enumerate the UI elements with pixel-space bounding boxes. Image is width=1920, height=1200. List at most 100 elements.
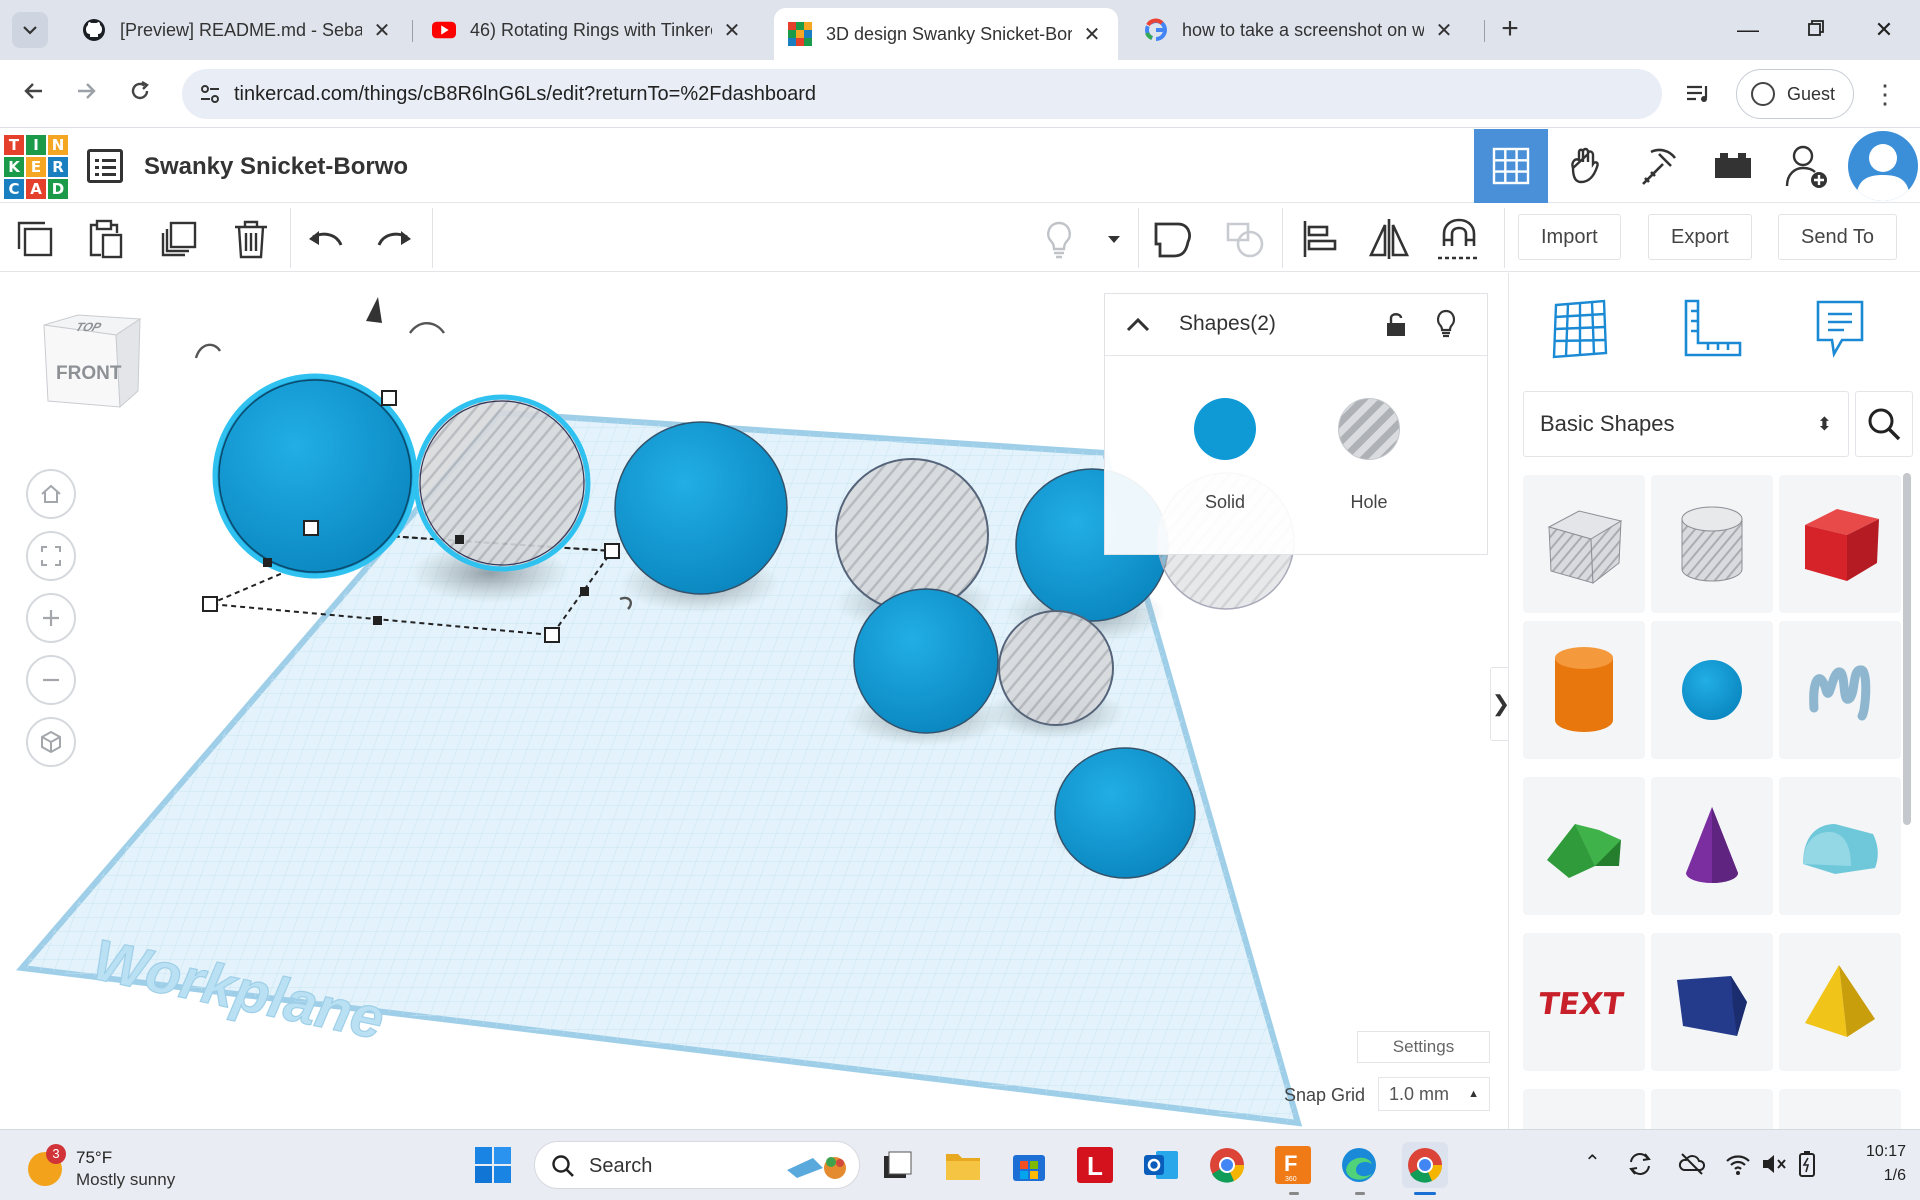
start-button[interactable] [470, 1142, 516, 1188]
shape-sphere[interactable] [1651, 621, 1773, 759]
shape-cone[interactable] [1651, 777, 1773, 915]
design-list-icon[interactable] [87, 149, 123, 183]
browser-menu-button[interactable]: ⋮ [1870, 74, 1900, 114]
view-cube[interactable]: TOP FRONT [36, 311, 146, 411]
back-button[interactable] [14, 74, 54, 114]
copy-button[interactable] [12, 216, 58, 262]
delete-button[interactable] [228, 216, 274, 262]
tray-overflow-icon[interactable]: ⌃ [1584, 1150, 1601, 1175]
browser-tab-tinkercad[interactable]: 3D design Swanky Snicket-Borw ✕ [774, 8, 1118, 60]
fusion360-button[interactable]: F 360 [1270, 1142, 1316, 1188]
shape-search-button[interactable] [1855, 391, 1913, 457]
unlock-icon[interactable] [1383, 310, 1409, 338]
align-button[interactable] [1296, 216, 1342, 262]
invite-button[interactable] [1770, 129, 1844, 203]
hole-label[interactable]: Hole [1319, 492, 1419, 513]
duplicate-button[interactable] [156, 216, 202, 262]
shape-cylinder-hole[interactable] [1651, 475, 1773, 613]
ruler-tool-button[interactable] [1677, 293, 1747, 365]
file-explorer-button[interactable] [940, 1142, 986, 1188]
hole-swatch[interactable] [1338, 398, 1400, 460]
browser-tab-readme[interactable]: [Preview] README.md - Sebasti ✕ [68, 8, 408, 52]
browser-tab-youtube[interactable]: 46) Rotating Rings with Tinkerc ✕ [418, 8, 758, 52]
zoom-out-button[interactable] [26, 655, 76, 705]
fit-view-button[interactable] [26, 531, 76, 581]
import-button[interactable]: Import [1518, 214, 1621, 260]
tab-search-button[interactable] [12, 12, 48, 48]
sync-icon[interactable] [1626, 1150, 1654, 1178]
close-window-button[interactable]: ✕ [1854, 10, 1914, 50]
shape-category-select[interactable]: Basic Shapes ⬍ [1523, 391, 1849, 457]
shape-text[interactable]: TEXT [1523, 933, 1645, 1071]
tinkercad-logo[interactable]: TINKERCAD [3, 134, 69, 200]
library-collapse-button[interactable]: ❯ [1490, 667, 1508, 741]
shape-pyramid[interactable] [1779, 933, 1901, 1071]
restore-button[interactable] [1786, 10, 1846, 50]
mirror-button[interactable] [1366, 216, 1412, 262]
3d-workspace[interactable]: Workplane TOP FRONT Shapes(2) Solid Hole… [0, 273, 1508, 1129]
ungroup-button[interactable] [1222, 216, 1268, 262]
shape-cylinder[interactable] [1523, 621, 1645, 759]
shape-round-roof[interactable] [1779, 777, 1901, 915]
speaker-muted-icon[interactable] [1760, 1150, 1788, 1178]
l-app-button[interactable]: L [1072, 1142, 1118, 1188]
new-tab-button[interactable]: + [1494, 12, 1526, 48]
reload-button[interactable] [120, 74, 160, 114]
notes-dropdown[interactable] [1092, 216, 1136, 262]
sim-lab-button[interactable] [1548, 129, 1622, 203]
media-control-icon[interactable] [1684, 80, 1712, 108]
forward-button[interactable] [66, 74, 106, 114]
library-scrollbar[interactable] [1903, 473, 1911, 825]
taskbar-search[interactable]: Search [534, 1141, 860, 1189]
design-title[interactable]: Swanky Snicket-Borwo [144, 153, 408, 181]
workplane-tool-button[interactable] [1545, 293, 1615, 365]
minimize-button[interactable]: — [1718, 10, 1778, 50]
close-icon[interactable]: ✕ [1080, 22, 1104, 47]
edge-button[interactable] [1336, 1142, 1382, 1188]
solid-swatch[interactable] [1194, 398, 1256, 460]
shape-box[interactable] [1779, 475, 1901, 613]
store-button[interactable] [1006, 1142, 1052, 1188]
outlook-button[interactable] [1138, 1142, 1184, 1188]
profile-button[interactable]: Guest [1736, 69, 1854, 119]
battery-icon[interactable] [1796, 1150, 1818, 1178]
close-icon[interactable]: ✕ [1432, 18, 1456, 43]
snap-grid-select[interactable]: 1.0 mm ▲ [1378, 1077, 1490, 1111]
cruise-button[interactable] [1436, 216, 1482, 262]
address-bar[interactable]: tinkercad.com/things/cB8R6lnG6Ls/edit?re… [182, 69, 1662, 119]
chevron-up-icon[interactable] [1123, 310, 1153, 340]
redo-button[interactable] [372, 216, 418, 262]
site-settings-icon[interactable] [198, 82, 222, 106]
solid-label[interactable]: Solid [1175, 492, 1275, 513]
export-button[interactable]: Export [1648, 214, 1752, 260]
3d-design-view-button[interactable] [1474, 129, 1548, 203]
notes-button[interactable] [1036, 216, 1082, 262]
notes-tool-button[interactable] [1805, 293, 1875, 365]
url-text[interactable]: tinkercad.com/things/cB8R6lnG6Ls/edit?re… [234, 83, 816, 106]
zoom-in-button[interactable] [26, 593, 76, 643]
wifi-icon[interactable] [1724, 1150, 1752, 1178]
close-icon[interactable]: ✕ [720, 18, 744, 43]
shape-partial[interactable] [1523, 1089, 1645, 1129]
group-button[interactable] [1150, 216, 1196, 262]
task-view-button[interactable] [874, 1142, 920, 1188]
chrome-button[interactable] [1204, 1142, 1250, 1188]
perspective-button[interactable] [26, 717, 76, 767]
user-avatar[interactable] [1848, 131, 1918, 201]
blocks-button[interactable] [1696, 129, 1770, 203]
shape-box-hole[interactable] [1523, 475, 1645, 613]
shape-scribble[interactable] [1779, 621, 1901, 759]
shape-partial[interactable] [1779, 1089, 1901, 1129]
close-icon[interactable]: ✕ [370, 18, 394, 43]
settings-button[interactable]: Settings [1357, 1031, 1490, 1063]
undo-button[interactable] [302, 216, 348, 262]
home-view-button[interactable] [26, 469, 76, 519]
lightbulb-icon[interactable] [1433, 308, 1459, 338]
shape-polygon[interactable] [1651, 933, 1773, 1071]
send-to-button[interactable]: Send To [1778, 214, 1898, 260]
system-clock[interactable]: 10:17 1/6 [1826, 1140, 1906, 1188]
browser-tab-google[interactable]: how to take a screenshot on wi ✕ [1130, 8, 1470, 52]
weather-widget[interactable]: 3 75°F Mostly sunny [28, 1142, 248, 1192]
onedrive-off-icon[interactable] [1678, 1150, 1706, 1178]
shape-partial[interactable] [1651, 1089, 1773, 1129]
